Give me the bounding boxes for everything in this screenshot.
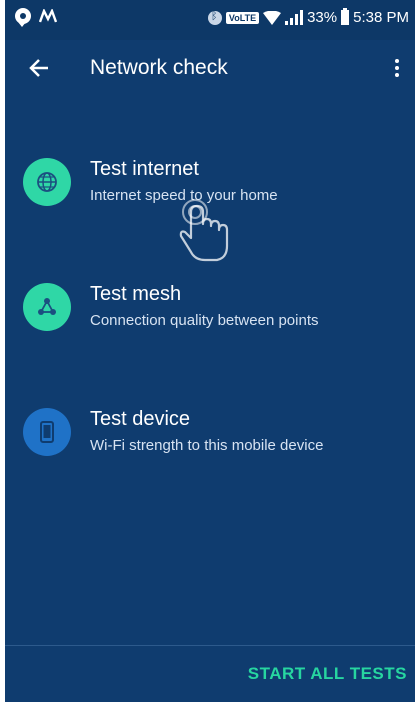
item-title: Test device — [90, 408, 191, 430]
start-all-tests-button[interactable]: START ALL TESTS — [248, 664, 407, 684]
item-subtitle: Wi-Fi strength to this mobile device — [90, 437, 324, 454]
item-subtitle: Connection quality between points — [90, 312, 319, 329]
gmail-icon — [39, 9, 57, 23]
back-button[interactable] — [23, 52, 55, 84]
battery-percent: 33% — [307, 9, 338, 26]
item-title: Test mesh — [90, 283, 182, 305]
battery-icon — [341, 8, 350, 25]
phone-icon — [23, 408, 71, 456]
globe-icon — [23, 158, 71, 206]
list-item-test-device[interactable]: Test device Wi-Fi strength to this mobil… — [5, 396, 415, 466]
arrow-back-icon — [29, 59, 48, 77]
app-bar: Network check — [5, 40, 415, 96]
overflow-menu-button[interactable] — [387, 52, 407, 84]
clock: 5:38 PM — [353, 9, 409, 26]
screen: VoLTE 33% 5:38 PM Network check — [5, 0, 415, 702]
more-vert-icon — [395, 59, 399, 63]
wifi-icon — [263, 10, 282, 25]
footer-divider — [5, 645, 415, 646]
mesh-icon — [23, 283, 71, 331]
item-title: Test internet — [90, 158, 199, 180]
status-bar: VoLTE 33% 5:38 PM — [5, 0, 415, 40]
page-title: Network check — [90, 56, 228, 79]
bluetooth-icon — [207, 10, 222, 25]
message-icon — [15, 8, 31, 27]
tap-hand-icon — [179, 199, 229, 262]
volte-badge: VoLTE — [225, 11, 260, 24]
list-item-test-mesh[interactable]: Test mesh Connection quality between poi… — [5, 271, 415, 341]
signal-icon — [285, 10, 304, 25]
